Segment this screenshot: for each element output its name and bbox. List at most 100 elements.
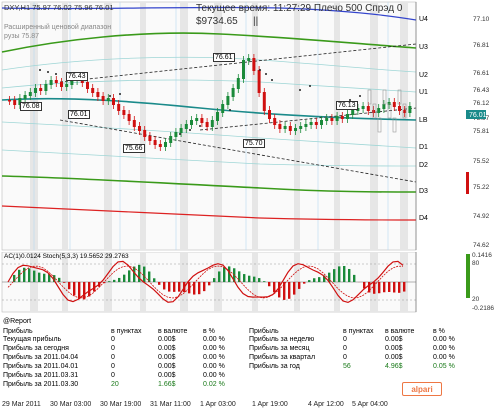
price-tick-label: 75.81 <box>473 128 490 135</box>
candle-body <box>190 120 193 125</box>
ac-bar <box>198 282 201 295</box>
candle-body <box>210 120 214 127</box>
ac-bar <box>68 282 71 290</box>
ac-bar <box>153 278 156 282</box>
time-tick-label: 5 Apr 04:00 <box>352 401 388 408</box>
candle-body <box>132 120 136 127</box>
report-col-header-profit-r: Прибыль <box>249 328 279 335</box>
level-d3: D3 <box>419 188 428 195</box>
ac-bar <box>343 266 346 282</box>
ac-bar <box>78 282 81 300</box>
sar-dot <box>259 69 261 71</box>
ac-bar <box>213 278 216 282</box>
main-price-chart[interactable]: 77.1076.8176.6176.4376.1275.9775.8175.52… <box>0 0 500 252</box>
candle-body <box>164 142 167 147</box>
price-tick-label: 77.10 <box>473 16 490 23</box>
ac-bar <box>313 278 316 282</box>
report-cell: 0.00 % <box>203 363 225 370</box>
candle-body <box>65 84 69 87</box>
ac-bar <box>248 275 251 282</box>
ac-bar <box>178 282 181 292</box>
oscillator-subchart[interactable]: AC(1)0.0124 Stoch(5,3,3) 19.5652 29.2763… <box>0 251 500 314</box>
ac-bar <box>128 270 131 282</box>
candle-body <box>372 110 375 113</box>
sar-dot <box>39 69 41 71</box>
candle-body <box>309 122 313 125</box>
report-cell: 0.00$ <box>385 336 403 343</box>
candle-body <box>392 102 396 107</box>
ac-bar <box>388 282 391 292</box>
ac-bar <box>13 274 16 282</box>
report-cell: 0.00 % <box>203 354 225 361</box>
candle-body <box>106 98 110 101</box>
price-tick-label: 75.52 <box>473 158 490 165</box>
sar-dot <box>299 89 301 91</box>
server-time-label: Текущее время: 11:27:29 Плечо 500 Спрэд … <box>196 3 403 14</box>
balance-label: $9734.65 <box>196 16 238 27</box>
price-tick-label: 76.43 <box>473 87 490 94</box>
time-axis: 29 Mar 2011 30 Mar 03:00 30 Mar 19:00 31 Ma… <box>0 398 500 413</box>
price-tick-label: 76.12 <box>473 100 490 107</box>
oscillator-label: AC(1)0.0124 Stoch(5,3,3) 19.5652 29.2763 <box>4 253 129 260</box>
price-tick-label: 76.81 <box>473 42 490 49</box>
report-cell: 0.00 % <box>203 345 225 352</box>
candle-body <box>330 118 334 121</box>
candle-body <box>335 116 339 121</box>
candle-body <box>236 78 240 89</box>
level-d1: D1 <box>419 144 428 151</box>
ac-bar <box>113 279 116 282</box>
candle-body <box>242 60 245 79</box>
candle-body <box>340 116 344 119</box>
report-cell: 0.00 % <box>433 354 455 361</box>
candle-body <box>143 130 147 137</box>
range-label: Расширенный ценовой диапазон <box>4 24 112 31</box>
candle-body <box>153 140 157 145</box>
candle-body <box>91 88 95 93</box>
candle-body <box>346 114 349 119</box>
candle-body <box>23 95 27 99</box>
sar-dot <box>309 85 311 87</box>
sar-dot <box>199 125 201 127</box>
candle-body <box>195 118 199 121</box>
ac-bar <box>318 277 321 282</box>
report-cell: 0 <box>111 363 115 370</box>
level-u3: U3 <box>419 44 428 51</box>
ac-bar <box>158 282 161 285</box>
range-sub-label: рузы 75.87 <box>4 33 40 40</box>
ac-bar <box>148 271 151 282</box>
candle-body <box>268 110 271 119</box>
report-cell: 0.00 % <box>203 336 225 343</box>
balance-separator: || <box>253 16 259 27</box>
candle-body <box>320 120 323 125</box>
report-cell: 0 <box>343 345 347 352</box>
candle-body <box>39 88 43 91</box>
price-tick-label: 76.61 <box>473 70 490 77</box>
ac-bar <box>223 267 226 282</box>
time-tick-label: 4 Apr 12:00 <box>308 401 344 408</box>
value-box-1: 76.61 <box>213 53 235 62</box>
report-cell: 0.00$ <box>158 372 176 379</box>
candle-body <box>184 124 188 129</box>
report-cell: Текущая прибыль <box>3 336 62 343</box>
value-box-5: 75.66 <box>123 144 145 153</box>
ac-bar <box>108 281 111 282</box>
report-cell: 0 <box>111 354 115 361</box>
sar-dot <box>119 93 121 95</box>
ac-bar <box>38 272 41 282</box>
value-box-4: 76.01 <box>68 110 90 119</box>
report-cell: Прибыль за 2011.04.01 <box>3 363 79 370</box>
current-price-label: 76.01 <box>469 112 487 119</box>
report-col-header-points-r: в пунктах <box>343 328 374 335</box>
candle-body <box>179 128 183 133</box>
ac-bar <box>253 276 256 282</box>
ac-bar <box>338 266 341 282</box>
ac-bar <box>333 269 336 282</box>
osc-axis-max: 0.1416 <box>472 252 492 259</box>
time-tick-label: 30 Mar 03:00 <box>50 401 92 408</box>
report-cell: Прибыль за неделю <box>249 336 315 343</box>
ac-bar <box>378 282 381 294</box>
candle-body <box>54 80 58 83</box>
profit-report-panel: @Report Прибыль в пунктах в валюте в % П… <box>3 318 455 396</box>
candle-body <box>158 144 162 147</box>
candle-body <box>262 92 266 111</box>
